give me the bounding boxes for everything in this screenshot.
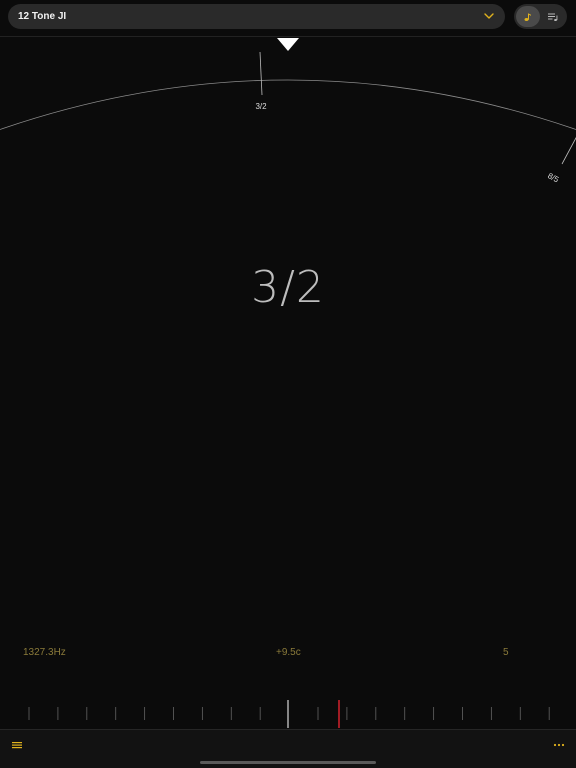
dial-label-3-2: 3/2 (255, 102, 267, 111)
list-music-icon (547, 13, 557, 21)
cents-readout: +9.5c (276, 647, 301, 658)
dial-arc (0, 79, 576, 131)
chevron-down-icon (484, 13, 494, 19)
music-note-icon (524, 13, 531, 21)
bottom-bar (0, 729, 576, 768)
mode-list-button[interactable] (541, 6, 565, 27)
frequency-readout: 1327.3Hz (23, 647, 66, 658)
hamburger-menu-icon[interactable] (11, 739, 25, 751)
pointer-triangle (277, 38, 299, 51)
mode-toggle-group (514, 4, 567, 29)
dial-tick-3-2 (259, 51, 263, 96)
octave-readout: 5 (503, 647, 509, 658)
tuning-dial: 3/2 8/5 (0, 38, 576, 185)
more-dots-icon[interactable] (552, 739, 566, 751)
scale-select-dropdown[interactable]: 12 Tone JI (8, 4, 505, 29)
ruler-ticks (28, 707, 550, 720)
cents-ruler (28, 700, 550, 728)
home-indicator (200, 761, 376, 764)
tuner-app: 12 Tone JI 3/2 8/5 3/2 1327.3Hz +9.5c 5 (0, 0, 576, 768)
top-bar: 12 Tone JI (0, 0, 576, 37)
scale-name: 12 Tone JI (18, 11, 67, 22)
mode-note-button[interactable] (516, 6, 540, 27)
current-ratio-display: 3/2 (251, 262, 325, 313)
dial-label-8-5: 8/5 (546, 171, 561, 184)
dial-tick-8-5 (561, 137, 576, 165)
